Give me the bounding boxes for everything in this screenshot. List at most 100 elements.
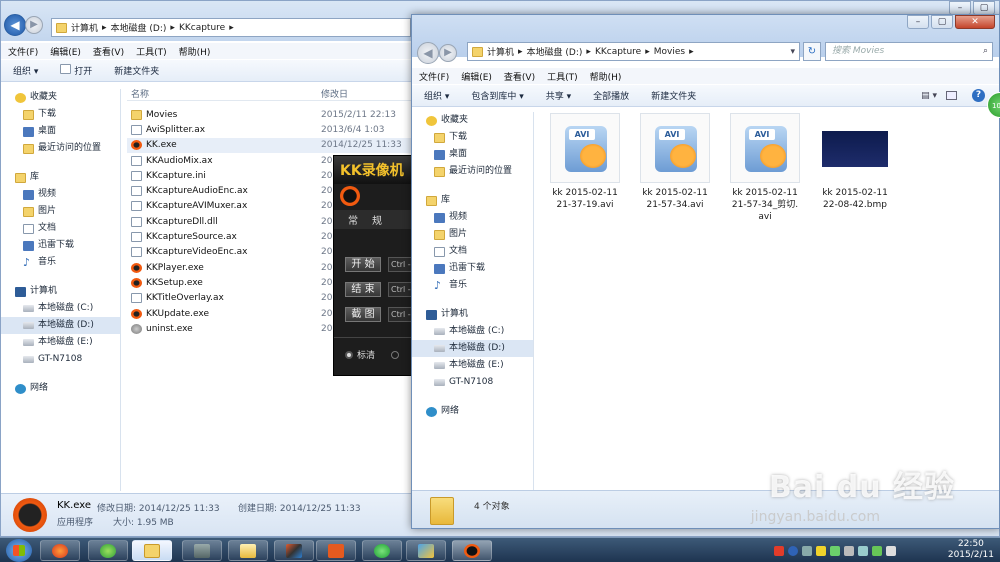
nav-recent[interactable]: 最近访问的位置 xyxy=(15,140,120,157)
nav-documents[interactable]: 文档 xyxy=(426,243,533,260)
maximize-button[interactable]: ▢ xyxy=(931,15,953,29)
column-modified[interactable]: 修改日 xyxy=(321,87,348,100)
nav-phone[interactable]: GT-N7108 xyxy=(15,351,120,368)
tray-shield-icon[interactable] xyxy=(830,545,840,556)
nav-xunlei[interactable]: 迅雷下载 xyxy=(426,260,533,277)
nav-drive-e[interactable]: 本地磁盘 (E:) xyxy=(15,334,120,351)
menu-help[interactable]: 帮助(H) xyxy=(179,45,211,58)
menu-edit[interactable]: 编辑(E) xyxy=(461,70,492,83)
menu-view[interactable]: 查看(V) xyxy=(504,70,535,83)
menu-help[interactable]: 帮助(H) xyxy=(590,70,622,83)
nav-music[interactable]: ♪ 音乐 xyxy=(426,277,533,294)
taskbar-clock[interactable]: 22:50 2015/2/11 xyxy=(948,539,994,561)
tray-battery-icon[interactable] xyxy=(872,545,882,556)
taskbar-app-4[interactable] xyxy=(228,540,268,561)
address-dropdown-icon[interactable]: ▾ xyxy=(790,47,795,57)
kk-stop-hotkey[interactable]: Ctrl - xyxy=(388,282,412,297)
new-folder-button[interactable]: 新建文件夹 xyxy=(114,64,159,77)
kk-start-hotkey[interactable]: Ctrl - xyxy=(388,257,412,272)
nav-libraries[interactable]: 库 xyxy=(15,169,120,186)
include-in-library-button[interactable]: 包含到库中 ▾ xyxy=(471,89,523,102)
file-row[interactable]: Movies 2015/2/11 22:13 xyxy=(127,107,412,122)
nav-pictures[interactable]: 图片 xyxy=(15,203,120,220)
kk-start-button[interactable]: 开 始 xyxy=(345,257,381,272)
minimize-button[interactable]: – xyxy=(949,1,971,15)
nav-downloads[interactable]: 下载 xyxy=(15,106,120,123)
file-tile-avi-3[interactable]: AVI kk 2015-02-11 21-57-34_剪切. avi xyxy=(726,113,804,223)
menu-tools[interactable]: 工具(T) xyxy=(136,45,167,58)
kk-screenshot-hotkey[interactable]: Ctrl - xyxy=(388,307,412,322)
nav-drive-d[interactable]: 本地磁盘 (D:) xyxy=(412,340,533,357)
taskbar-explorer[interactable] xyxy=(132,540,172,561)
nav-drive-e[interactable]: 本地磁盘 (E:) xyxy=(426,357,533,374)
nav-downloads[interactable]: 下载 xyxy=(426,129,533,146)
kk-tab-general-2[interactable]: 规 xyxy=(372,212,382,227)
nav-videos[interactable]: 视频 xyxy=(15,186,120,203)
taskbar-app-2[interactable] xyxy=(88,540,128,561)
nav-documents[interactable]: 文档 xyxy=(15,220,120,237)
menu-file[interactable]: 文件(F) xyxy=(8,45,38,58)
taskbar-app-1[interactable] xyxy=(40,540,80,561)
menu-view[interactable]: 查看(V) xyxy=(93,45,124,58)
kk-stop-button[interactable]: 结 束 xyxy=(345,282,381,297)
organize-button[interactable]: 组织 ▾ xyxy=(424,89,449,102)
nav-desktop[interactable]: 桌面 xyxy=(15,123,120,140)
column-name[interactable]: 名称 xyxy=(127,87,321,100)
file-row[interactable]: KK.exe 2014/12/25 11:33 xyxy=(127,137,412,153)
maximize-button[interactable]: ▢ xyxy=(973,1,995,15)
help-icon[interactable]: ? xyxy=(972,89,985,102)
back-button[interactable]: ◀ xyxy=(4,14,26,36)
kk-quality-radio[interactable]: 标清 xyxy=(345,348,400,361)
taskbar-app-3[interactable] xyxy=(182,540,222,561)
nav-pictures[interactable]: 图片 xyxy=(426,226,533,243)
nav-drive-c[interactable]: 本地磁盘 (C:) xyxy=(15,300,120,317)
tray-help-icon[interactable] xyxy=(788,545,798,556)
preview-pane-icon[interactable] xyxy=(946,91,957,100)
taskbar-app-8[interactable] xyxy=(406,540,446,561)
close-button[interactable]: ✕ xyxy=(955,15,995,29)
view-options-icon[interactable]: ▤ ▾ xyxy=(921,91,937,101)
tray-security-icon[interactable] xyxy=(816,545,826,556)
breadcrumb-computer[interactable]: 计算机 xyxy=(71,21,98,34)
breadcrumb-drive-d[interactable]: 本地磁盘 (D:) xyxy=(111,21,167,34)
forward-button[interactable]: ▶ xyxy=(25,16,43,34)
nav-xunlei[interactable]: 迅雷下载 xyxy=(15,237,120,254)
nav-network[interactable]: 网络 xyxy=(426,403,533,420)
breadcrumb-movies[interactable]: Movies xyxy=(654,47,685,57)
open-button[interactable]: 打开 xyxy=(60,64,92,77)
new-folder-button[interactable]: 新建文件夹 xyxy=(651,89,696,102)
nav-libraries[interactable]: 库 xyxy=(426,192,533,209)
file-tile-avi-1[interactable]: AVI kk 2015-02-11 21-37-19.avi xyxy=(546,113,624,211)
breadcrumb-kkcapture[interactable]: KKcapture xyxy=(179,23,225,33)
file-tile-bmp[interactable]: kk 2015-02-11 22-08-42.bmp xyxy=(816,113,894,211)
tray-network-icon[interactable] xyxy=(802,545,812,556)
nav-desktop[interactable]: 桌面 xyxy=(426,146,533,163)
taskbar-app-7[interactable] xyxy=(362,540,402,561)
breadcrumb-kkcapture[interactable]: KKcapture xyxy=(595,47,641,57)
menu-edit[interactable]: 编辑(E) xyxy=(50,45,81,58)
menu-tools[interactable]: 工具(T) xyxy=(547,70,578,83)
nav-videos[interactable]: 视频 xyxy=(426,209,533,226)
nav-network[interactable]: 网络 xyxy=(15,380,120,397)
back-button[interactable]: ◀ xyxy=(417,42,439,64)
nav-music[interactable]: ♪ 音乐 xyxy=(15,254,120,271)
taskbar-kk-recorder[interactable] xyxy=(452,540,492,561)
organize-button[interactable]: 组织 ▾ xyxy=(13,64,38,77)
file-row[interactable]: AviSplitter.ax 2013/6/4 1:03 xyxy=(127,122,412,137)
play-all-button[interactable]: 全部播放 xyxy=(593,89,629,102)
tray-flag-icon[interactable] xyxy=(886,545,896,556)
nav-recent[interactable]: 最近访问的位置 xyxy=(426,163,533,180)
minimize-button[interactable]: – xyxy=(907,15,929,29)
tray-app-icon[interactable] xyxy=(774,545,784,556)
refresh-button[interactable]: ↻ xyxy=(803,42,821,61)
address-bar[interactable]: 计算机 ▸ 本地磁盘 (D:) ▸ KKcapture ▸ Movies ▸ ▾ xyxy=(467,42,800,61)
start-button[interactable] xyxy=(6,539,32,562)
file-tile-avi-2[interactable]: AVI kk 2015-02-11 21-57-34.avi xyxy=(636,113,714,211)
nav-favorites[interactable]: 收藏夹 xyxy=(426,112,533,129)
share-button[interactable]: 共享 ▾ xyxy=(546,89,571,102)
nav-phone[interactable]: GT-N7108 xyxy=(426,374,533,391)
nav-computer[interactable]: 计算机 xyxy=(15,283,120,300)
address-bar[interactable]: 计算机 ▸ 本地磁盘 (D:) ▸ KKcapture ▸ xyxy=(51,18,411,37)
kk-tab-general-1[interactable]: 常 xyxy=(348,212,358,227)
search-input[interactable]: 搜索 Movies ⌕ xyxy=(825,42,993,61)
